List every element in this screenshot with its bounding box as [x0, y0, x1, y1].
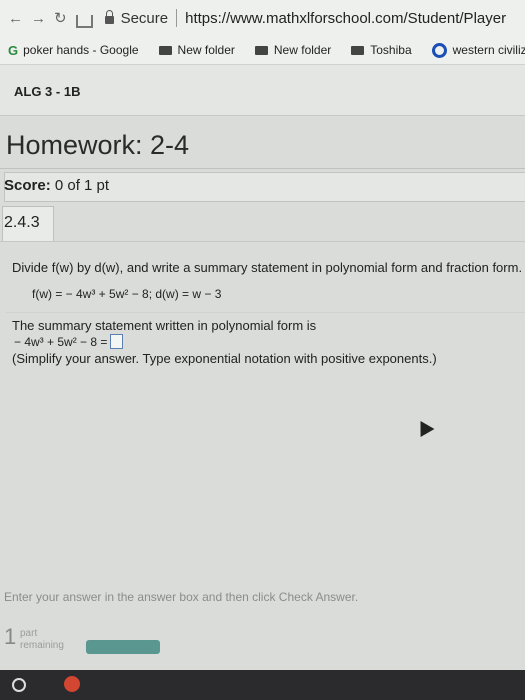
forward-icon[interactable]: → — [31, 10, 46, 27]
divider — [0, 241, 525, 242]
url-text[interactable]: https://www.mathxlforschool.com/Student/… — [185, 10, 506, 27]
expression-text: − 4w³ + 5w² − 8 = — [14, 334, 108, 349]
parts-label-line2: remaining — [20, 640, 64, 651]
score: Score: 0 of 1 pt — [4, 177, 109, 194]
back-icon[interactable]: ← — [8, 10, 23, 27]
bookmark-label: New folder — [177, 43, 235, 57]
bookmark-western-civ[interactable]: western civiliz — [420, 42, 525, 58]
bookmark-toshiba[interactable]: Toshiba — [339, 43, 412, 57]
lock-icon — [104, 10, 114, 24]
browser-toolbar: ← → ↻ Secure https://www.mathxlforschool… — [0, 0, 525, 37]
given-functions: f(w) = − 4w³ + 5w² − 8; d(w) = w − 3 — [32, 287, 222, 301]
bookmark-label: New folder — [273, 43, 332, 57]
home-icon[interactable] — [75, 14, 93, 28]
homework-title: Homework: 2-4 — [6, 130, 190, 160]
folder-icon — [158, 45, 172, 55]
taskbar — [0, 670, 525, 700]
folder-icon — [351, 45, 365, 55]
question-number: 2.4.3 — [4, 214, 40, 231]
mouse-cursor-icon — [413, 416, 435, 438]
bookmark-label: Toshiba — [370, 43, 412, 57]
address-bar[interactable]: Secure https://www.mathxlforschool.com/S… — [104, 5, 506, 31]
answer-input[interactable] — [110, 334, 124, 349]
course-title: ALG 3 - 1B — [14, 84, 81, 99]
problem-instruction: Divide f(w) by d(w), and write a summary… — [12, 260, 523, 275]
bookmark-new-folder-1[interactable]: New folder — [147, 43, 235, 57]
progress-bar — [86, 640, 160, 654]
secure-label: Secure — [120, 9, 169, 27]
folder-icon — [254, 45, 268, 55]
address-separator — [176, 9, 178, 27]
search-circle-icon[interactable] — [12, 678, 26, 692]
divider — [6, 312, 525, 313]
parts-label-line1: part — [20, 628, 38, 639]
progress-fill — [86, 640, 160, 654]
bookmark-label: poker hands - Google — [23, 43, 139, 57]
bookmark-label: western civiliz — [452, 43, 525, 57]
parts-remaining-count: 1 — [4, 624, 17, 649]
course-header: ALG 3 - 1B — [0, 65, 525, 116]
summary-statement-prompt: The summary statement written in polynom… — [12, 318, 317, 333]
instruction-footer: Enter your answer in the answer box and … — [4, 590, 359, 604]
bookmark-new-folder-2[interactable]: New folder — [243, 43, 331, 57]
reload-icon[interactable]: ↻ — [54, 9, 67, 27]
bookmark-poker-hands[interactable]: G poker hands - Google — [8, 43, 139, 58]
bookmarks-bar: G poker hands - Google New folder New fo… — [0, 36, 525, 65]
answer-expression: − 4w³ + 5w² − 8 = — [14, 334, 124, 349]
q-icon — [431, 42, 447, 58]
answer-hint: (Simplify your answer. Type exponential … — [12, 351, 437, 366]
score-value: 0 of 1 pt — [54, 177, 110, 194]
divider — [0, 168, 525, 169]
chrome-icon[interactable] — [64, 676, 80, 692]
parts-remaining-label: part remaining — [20, 628, 64, 652]
score-label: Score: — [4, 177, 51, 194]
google-icon: G — [8, 42, 19, 58]
